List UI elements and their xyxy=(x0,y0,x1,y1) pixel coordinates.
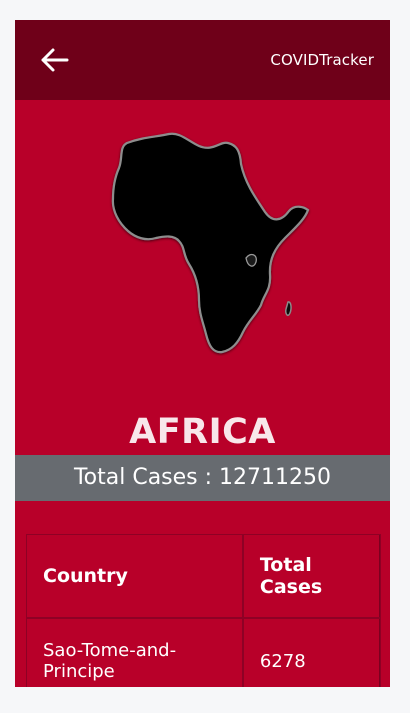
country-cell: Sao-Tome-and-Principe xyxy=(25,616,245,687)
total-cases-banner: Total Cases : 12711250 xyxy=(15,455,390,501)
region-title: AFRICA xyxy=(129,412,276,452)
africa-map-icon xyxy=(95,124,315,356)
arrow-left-icon xyxy=(41,48,69,72)
app-title: COVIDTracker xyxy=(270,51,374,69)
country-cases-table: Country Total Cases Sao-Tome-and-Princip… xyxy=(25,533,381,687)
app-bar: COVIDTracker xyxy=(15,20,390,100)
back-button[interactable] xyxy=(39,46,71,74)
table-header-row: Country Total Cases xyxy=(25,533,381,619)
table-row[interactable]: Sao-Tome-and-Principe 6278 xyxy=(25,616,381,687)
app-screen: COVIDTracker AFRICA Total Cases : 127112… xyxy=(15,20,390,687)
column-header-country: Country xyxy=(25,533,245,619)
total-cases-cell: 6278 xyxy=(242,616,381,687)
column-header-total-cases: Total Cases xyxy=(242,533,381,619)
